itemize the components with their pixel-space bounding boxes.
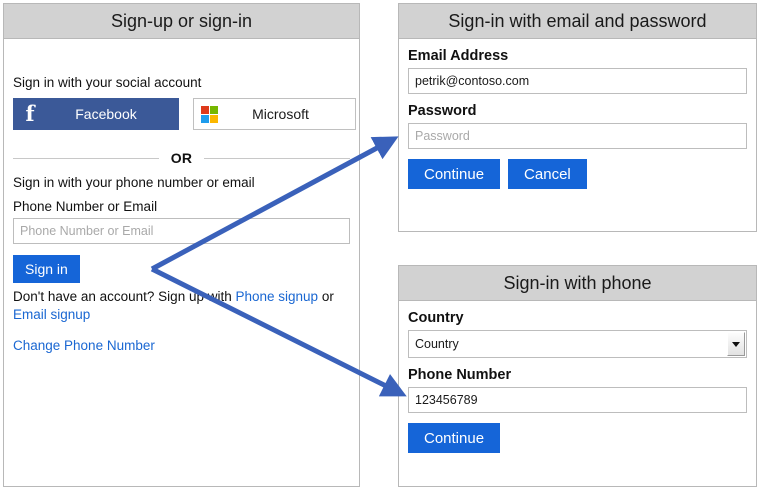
signup-prompt-or: or xyxy=(318,289,334,304)
email-card-spacer xyxy=(408,94,747,103)
country-label: Country xyxy=(408,310,464,326)
email-continue-button[interactable]: Continue xyxy=(408,159,501,189)
facebook-button-label: Facebook xyxy=(75,106,137,122)
chevron-down-icon[interactable] xyxy=(727,332,745,356)
signup-or-signin-card: Sign-up or sign-in Sign in with your soc… xyxy=(3,3,360,487)
sign-in-button[interactable]: Sign in xyxy=(13,255,80,283)
social-account-prompt: Sign in with your social account xyxy=(13,75,202,90)
facebook-icon: f xyxy=(25,100,35,126)
email-address-label: Email Address xyxy=(408,48,509,64)
email-signup-link[interactable]: Email signup xyxy=(13,307,90,322)
country-select-value: Country xyxy=(415,337,459,351)
signup-card-title: Sign-up or sign-in xyxy=(4,4,359,39)
social-buttons-row: f Facebook Microsoft xyxy=(13,98,356,130)
caret-shape xyxy=(732,341,740,347)
divider-line-left xyxy=(13,157,159,159)
facebook-signin-button[interactable]: f Facebook xyxy=(13,98,179,130)
change-phone-number-link[interactable]: Change Phone Number xyxy=(13,338,155,353)
phone-card-title: Sign-in with phone xyxy=(399,266,756,301)
phone-card-body: Country Country Phone Number Continue xyxy=(399,301,756,453)
or-divider: OR xyxy=(13,150,351,166)
phone-signup-link[interactable]: Phone signup xyxy=(235,289,318,304)
phone-or-email-input[interactable] xyxy=(13,218,350,244)
phone-number-label: Phone Number xyxy=(408,367,512,383)
signup-prompt-text: Don't have an account? Sign up with xyxy=(13,289,236,304)
email-card-body: Email Address Password Continue Cancel xyxy=(399,39,756,189)
microsoft-signin-button[interactable]: Microsoft xyxy=(193,98,356,130)
divider-line-right xyxy=(204,157,351,159)
phone-continue-button[interactable]: Continue xyxy=(408,423,501,453)
microsoft-logo-icon xyxy=(201,105,218,123)
signin-phone-card: Sign-in with phone Country Country Phone… xyxy=(398,265,757,487)
or-label: OR xyxy=(170,150,193,166)
change-phone-line: Change Phone Number xyxy=(13,338,350,353)
email-address-input[interactable] xyxy=(408,68,747,94)
signin-email-password-card: Sign-in with email and password Email Ad… xyxy=(398,3,757,232)
phone-or-email-prompt: Sign in with your phone number or email xyxy=(13,175,255,190)
phone-number-input[interactable] xyxy=(408,387,747,413)
phone-card-spacer xyxy=(408,358,747,367)
signup-prompt-line: Don't have an account? Sign up with Phon… xyxy=(13,288,343,324)
country-select[interactable]: Country xyxy=(408,330,747,358)
phone-card-actions: Continue xyxy=(408,423,747,453)
email-card-title: Sign-in with email and password xyxy=(399,4,756,39)
microsoft-button-label: Microsoft xyxy=(252,106,309,122)
identifier-field-label: Phone Number or Email xyxy=(13,199,158,214)
email-card-actions: Continue Cancel xyxy=(408,159,747,189)
password-label: Password xyxy=(408,103,477,119)
email-cancel-button[interactable]: Cancel xyxy=(508,159,587,189)
signup-card-body: Sign in with your social account f Faceb… xyxy=(4,39,359,353)
password-input[interactable] xyxy=(408,123,747,149)
